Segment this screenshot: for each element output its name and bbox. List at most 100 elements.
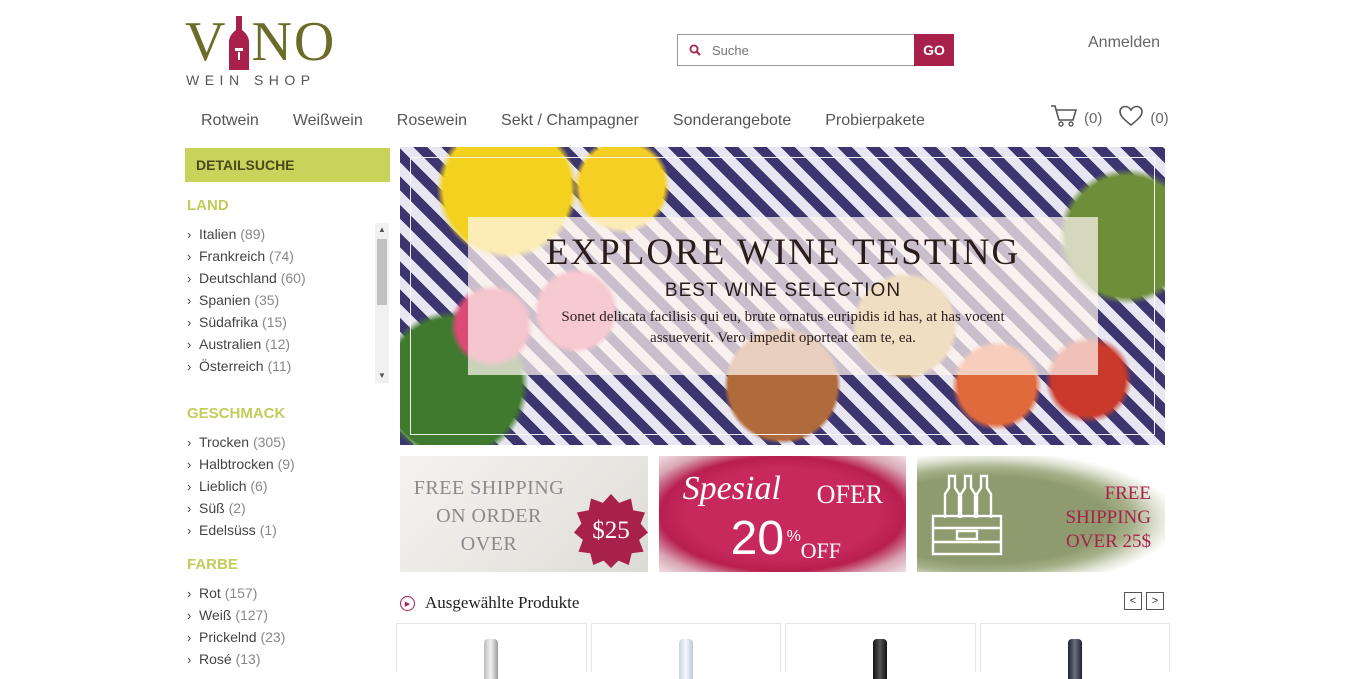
chevron-right-icon: › [187,652,192,667]
search-icon[interactable] [678,35,712,65]
logo-letters-no: NO [251,11,337,73]
bottle-logo-icon [228,16,250,70]
wishlist-count[interactable]: (0) [1150,110,1168,127]
filter-heading-geschmack: GESCHMACK [187,405,286,422]
scroll-up-icon[interactable]: ▲ [375,223,389,237]
chevron-right-icon: › [187,523,192,538]
featured-title: Ausgewählte Produkte [425,593,580,612]
hero-caption: EXPLORE WINE TESTING BEST WINE SELECTION… [468,217,1098,375]
filter-item[interactable]: › Edelsüss (1) [185,519,390,541]
main-nav: Rotwein Weißwein Rosewein Sekt / Champag… [185,108,942,136]
banner2-ofer: OFER [816,480,884,509]
banner2-script: Spesial [682,470,781,507]
filter-item[interactable]: › Prickelnd (23) [185,626,390,648]
nav-sekt-champagner[interactable]: Sekt / Champagner [484,108,656,136]
chevron-right-icon: › [187,586,192,601]
nav-sonderangebote[interactable]: Sonderangebote [656,108,808,136]
chevron-right-icon: › [187,608,192,623]
scroll-down-icon[interactable]: ▼ [375,369,389,383]
filter-heading-farbe: FARBE [187,556,238,573]
product-card[interactable] [979,623,1170,679]
chevron-right-icon: › [187,630,192,645]
chevron-right-icon: › [187,249,192,264]
filter-item[interactable]: › Rosé (13) [185,648,390,670]
product-carousel [396,623,1170,679]
bottle-image [873,639,888,679]
play-circle-icon: ▶ [400,596,415,611]
featured-products-header: ▶ Ausgewählte Produkte < > [400,592,1165,614]
carousel-next-button[interactable]: > [1146,592,1164,610]
hero-slider[interactable]: EXPLORE WINE TESTING BEST WINE SELECTION… [400,147,1165,445]
filter-heading-land: LAND [187,197,229,214]
filter-item[interactable]: › Südafrika (15) [185,311,389,333]
chevron-right-icon: › [187,457,192,472]
banner-free-shipping-25[interactable]: FREE SHIPPING OVER 25$ [917,456,1166,572]
bottle-image [1067,639,1082,679]
banner-special-offer[interactable]: Spesial OFER 20 % OFF [658,456,907,572]
nav-rosewein[interactable]: Rosewein [380,108,484,136]
search-go-button[interactable]: GO [914,34,954,66]
sidebar-title: DETAILSUCHE [185,148,390,182]
logo-subtitle: WEIN SHOP [186,72,316,88]
hero-subtitle: BEST WINE SELECTION [664,280,902,301]
filter-item[interactable]: › Halbtrocken (9) [185,453,390,475]
chevron-right-icon: › [187,359,192,374]
bottle-image [484,639,499,679]
heart-icon[interactable] [1118,105,1144,131]
bottle-image [678,639,693,679]
filter-item[interactable]: › Lieblich (6) [185,475,390,497]
filter-item[interactable]: › Rot (157) [185,582,390,604]
price-burst-badge: $25 [574,494,648,568]
filter-item[interactable]: › Weiß (127) [185,604,390,626]
filter-item[interactable]: › Spanien (35) [185,289,389,311]
site-logo[interactable]: V NO WEIN SHOP [185,14,335,94]
land-list-scroll: › Italien (89) › Frankreich (74) › Deutschl… [185,223,389,383]
login-link[interactable]: Anmelden [1088,34,1160,52]
chevron-right-icon: › [187,337,192,352]
banner2-percent: % [786,528,801,545]
banner-free-shipping[interactable]: FREE SHIPPING ON ORDER OVER $25 [400,456,648,572]
banner3-text: FREE SHIPPING OVER 25$ [1065,483,1152,552]
filter-item[interactable]: › Australien (12) [185,333,389,355]
chevron-right-icon: › [187,479,192,494]
chevron-right-icon: › [187,271,192,286]
geschmack-list: › Trocken (305) › Halbtrocken (9) › Lieblic… [185,431,390,541]
cart-icon[interactable] [1050,104,1078,132]
nav-weisswein[interactable]: Weißwein [276,108,380,136]
carousel-prev-button[interactable]: < [1124,592,1142,610]
chevron-right-icon: › [187,501,192,516]
chevron-right-icon: › [187,315,192,330]
chevron-right-icon: › [187,227,192,242]
chevron-right-icon: › [187,293,192,308]
cart-count[interactable]: (0) [1084,110,1102,127]
hero-text: Sonet delicata facilisis qui eu, brute o… [561,309,1005,346]
product-card[interactable] [785,623,976,679]
nav-rotwein[interactable]: Rotwein [185,108,276,136]
filter-item[interactable]: › Süß (2) [185,497,390,519]
land-scrollbar[interactable]: ▲ ▼ [375,223,389,383]
product-card[interactable] [396,623,587,679]
header-icons: (0) (0) [1050,104,1179,132]
filter-item[interactable]: › Frankreich (74) [185,245,389,267]
page: V NO WEIN SHOP GO Anmelden Rotwein Weißw… [185,0,1170,679]
nav-probierpakete[interactable]: Probierpakete [808,108,942,136]
sidebar-filters: DETAILSUCHE LAND › Italien (89) › Frankrei… [185,148,390,670]
filter-item[interactable]: › Trocken (305) [185,431,390,453]
wine-crate-icon [931,472,1003,561]
product-card[interactable] [590,623,781,679]
filter-item[interactable]: › Deutschland (60) [185,267,389,289]
banner2-number: 20 [730,512,785,565]
filter-item[interactable]: › Österreich (11) [185,355,389,377]
chevron-right-icon: › [187,435,192,450]
logo-word: V NO [185,14,335,70]
farbe-list: › Rot (157) › Weiß (127) › Prickelnd (23) ›… [185,582,390,670]
land-list: › Italien (89) › Frankreich (74) › Deutschl… [185,223,389,377]
banner1-text: FREE SHIPPING ON ORDER OVER [413,477,565,555]
search-bar: GO [677,34,954,66]
filter-item[interactable]: › Italien (89) [185,223,389,245]
scrollbar-thumb[interactable] [377,239,387,305]
hero-title: EXPLORE WINE TESTING [545,232,1021,273]
search-input[interactable] [712,35,914,65]
promo-banners: FREE SHIPPING ON ORDER OVER $25 Spesial … [400,456,1166,572]
logo-letter-v: V [185,11,228,73]
